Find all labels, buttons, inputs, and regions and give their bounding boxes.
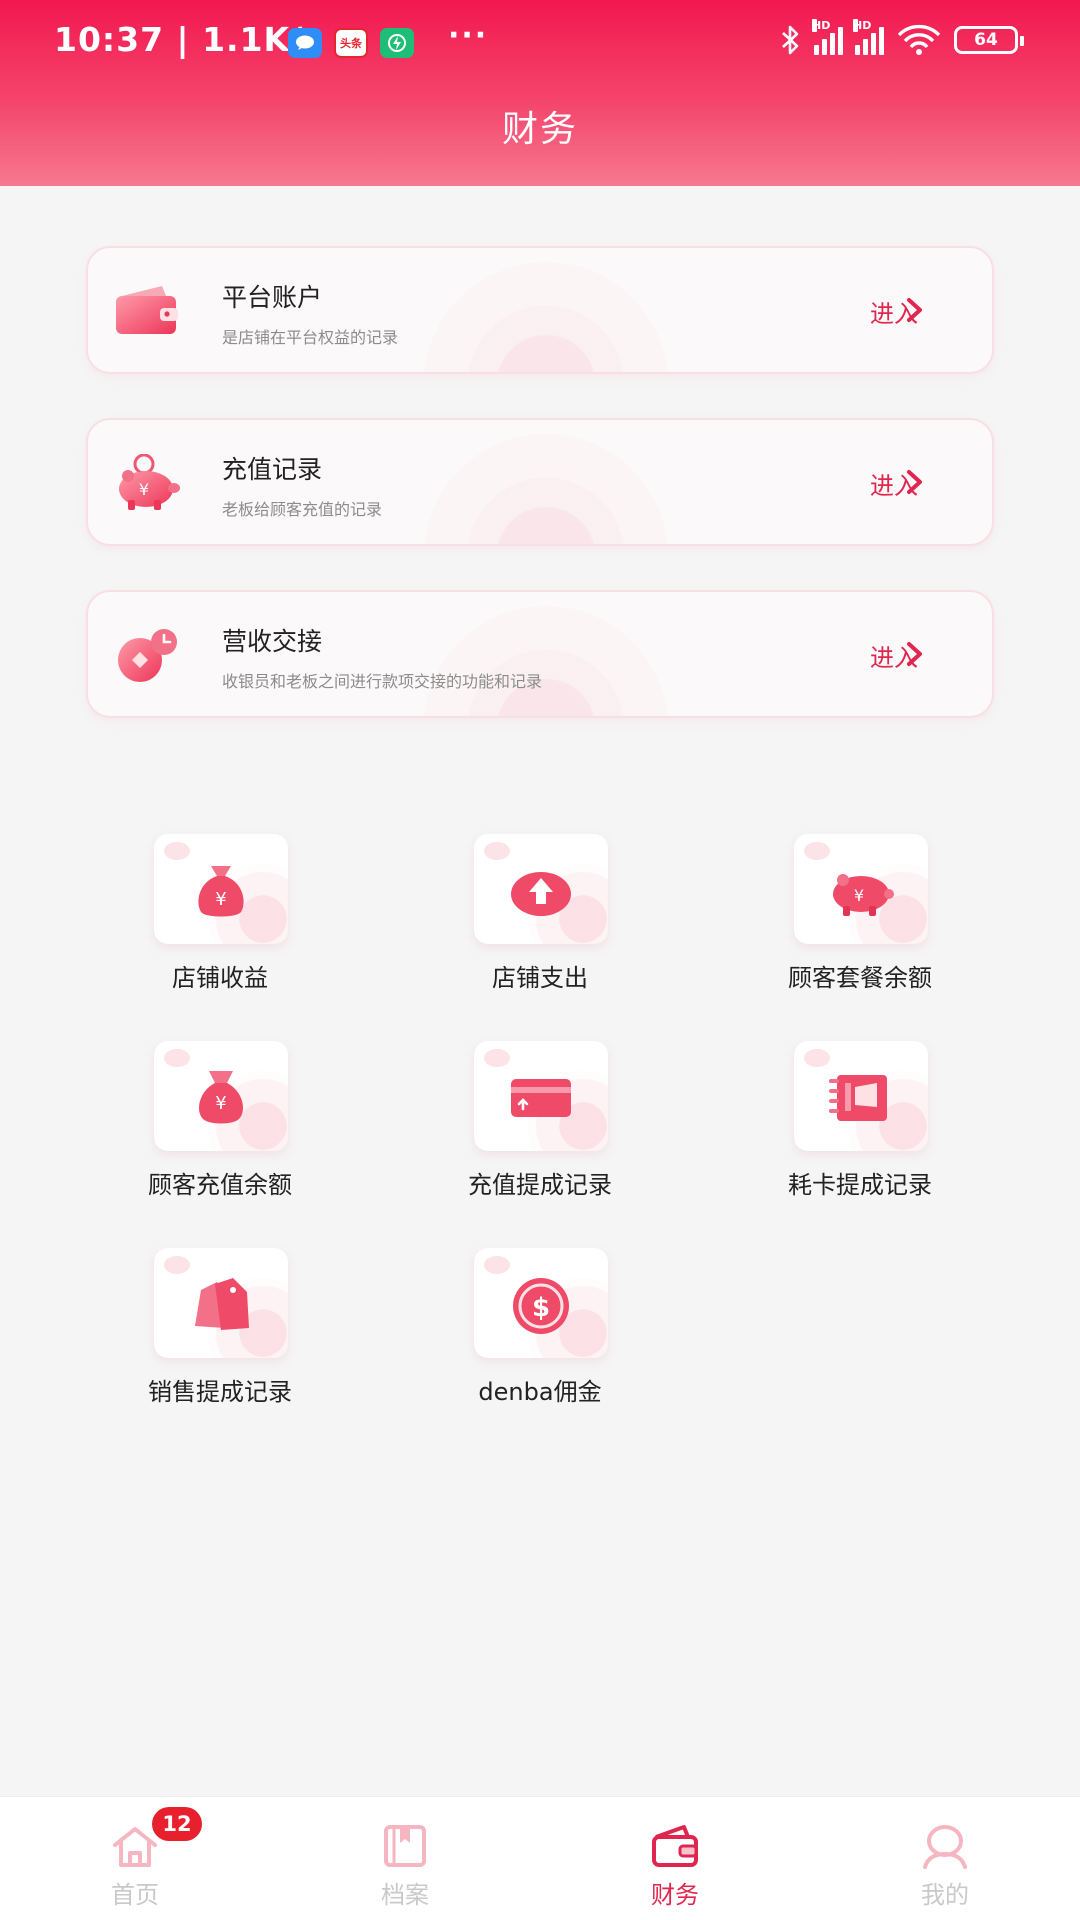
price-tag-icon	[195, 1278, 249, 1330]
card-recharge-records[interactable]: ¥ 充值记录 老板给顾客充值的记录 进入	[86, 418, 994, 546]
grid-item-customer-package-balance[interactable]: ¥ 顾客套餐余额	[710, 834, 1010, 1004]
nav-item-finance[interactable]: 财务	[540, 1797, 810, 1920]
money-bag-icon: ¥	[199, 1071, 243, 1124]
coin-clock-icon	[118, 629, 177, 682]
card-description: 是店铺在平台权益的记录	[222, 328, 399, 347]
tile-icon-box	[474, 1041, 608, 1151]
card-revenue-handover[interactable]: 营收交接 收银员和老板之间进行款项交接的功能和记录 进入	[86, 590, 994, 718]
notebook-icon	[829, 1075, 887, 1121]
nav-item-home[interactable]: 12 首页	[0, 1797, 270, 1920]
news-app-icon: 头条	[334, 28, 368, 58]
tile-icon-box: ¥	[154, 834, 288, 944]
system-icons: HD HD 64	[780, 19, 1024, 56]
card-decoration	[424, 434, 668, 544]
svg-text:$: $	[532, 1293, 550, 1323]
wallet-icon	[652, 1825, 698, 1867]
notification-badge: 12	[152, 1807, 202, 1841]
tile-icon-box	[154, 1248, 288, 1358]
grid-item-label: 充值提成记录	[468, 1171, 612, 1199]
tile-icon-box	[474, 834, 608, 944]
more-notifications-dots: ···	[448, 18, 489, 53]
tile-icon-box: $	[474, 1248, 608, 1358]
signal-icon: HD	[853, 19, 884, 55]
money-bag-icon: ¥	[198, 866, 244, 917]
grid-item-label: denba佣金	[478, 1378, 602, 1406]
grid-item-store-income[interactable]: ¥ 店铺收益	[70, 834, 370, 1004]
nav-label: 财务	[651, 1881, 699, 1909]
folder-icon	[384, 1825, 426, 1867]
card-decoration	[424, 606, 668, 716]
nav-item-mine[interactable]: 我的	[810, 1797, 1080, 1920]
status-bar: 10:37 | 1.1K/s 头条 ··· HD HD 64	[0, 0, 1080, 84]
chevron-right-icon	[907, 298, 922, 322]
grid-item-label: 耗卡提成记录	[788, 1171, 932, 1199]
svg-text:¥: ¥	[854, 886, 864, 905]
grid-item-card-consumption-commission[interactable]: 耗卡提成记录	[710, 1041, 1010, 1211]
notification-icons: 头条	[288, 28, 414, 58]
app-header: 10:37 | 1.1K/s 头条 ··· HD HD 64 财务	[0, 0, 1080, 186]
card-icon	[511, 1079, 571, 1117]
battery-icon: 64	[954, 26, 1024, 54]
card-platform-account[interactable]: 平台账户 是店铺在平台权益的记录 进入	[86, 246, 994, 374]
dollar-coin-icon: $	[513, 1278, 569, 1334]
signal-icon: HD	[812, 19, 843, 55]
card-description: 老板给顾客充值的记录	[222, 500, 383, 519]
piggy-bank-icon: ¥	[119, 454, 180, 510]
card-decoration	[424, 262, 668, 372]
status-time: 10:37 | 1.1K/s	[54, 20, 324, 59]
grid-item-label: 店铺支出	[492, 964, 588, 992]
wifi-icon	[897, 24, 941, 55]
card-title: 营收交接	[222, 627, 323, 656]
svg-text:¥: ¥	[139, 480, 149, 499]
grid-item-store-expenses[interactable]: 店铺支出	[390, 834, 690, 1004]
bottom-nav: 12 首页 档案 财务 我的	[0, 1796, 1080, 1920]
page-title: 财务	[501, 109, 578, 150]
message-app-icon	[288, 28, 322, 58]
chevron-right-icon	[907, 470, 922, 494]
wallet-icon	[116, 286, 178, 334]
grid-item-customer-recharge-balance[interactable]: ¥ 顾客充值余额	[70, 1041, 370, 1211]
profile-icon	[923, 1825, 967, 1869]
grid-item-label: 销售提成记录	[148, 1378, 292, 1406]
chevron-right-icon	[907, 642, 922, 666]
tile-icon-box: ¥	[794, 834, 928, 944]
svg-text:¥: ¥	[215, 1093, 226, 1114]
tile-icon-box	[794, 1041, 928, 1151]
nav-label: 首页	[111, 1881, 159, 1909]
bluetooth-icon	[782, 25, 799, 55]
nav-label: 我的	[921, 1881, 969, 1909]
nav-item-archive[interactable]: 档案	[270, 1797, 540, 1920]
card-description: 收银员和老板之间进行款项交接的功能和记录	[222, 672, 543, 691]
grid-item-sales-commission[interactable]: 销售提成记录	[70, 1248, 370, 1418]
card-title: 平台账户	[222, 283, 323, 312]
grid-item-label: 顾客充值余额	[148, 1171, 292, 1199]
grid-item-label: 店铺收益	[172, 964, 268, 992]
grid-item-recharge-commission[interactable]: 充值提成记录	[390, 1041, 690, 1211]
card-title: 充值记录	[222, 455, 323, 484]
tile-icon-box: ¥	[154, 1041, 288, 1151]
upload-circle-icon	[511, 872, 571, 916]
grid-item-denba-commission[interactable]: $ denba佣金	[390, 1248, 690, 1418]
svg-text:¥: ¥	[215, 889, 226, 910]
grid-item-label: 顾客套餐余额	[788, 964, 932, 992]
bolt-app-icon	[380, 28, 414, 58]
piggy-bank-icon: ¥	[833, 874, 894, 916]
nav-label: 档案	[381, 1881, 429, 1909]
